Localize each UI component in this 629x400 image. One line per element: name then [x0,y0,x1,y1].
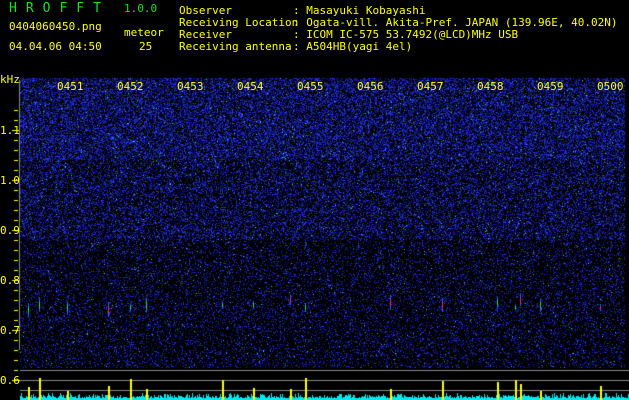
time-tick-label: 0458 [477,80,504,93]
time-tick-label: 0452 [117,80,144,93]
freq-tick-label: 1.0 [0,174,20,187]
time-tick-label: 0459 [537,80,564,93]
freq-tick-label: 0.8 [0,274,20,287]
app-title: HROFFT [9,1,110,16]
meteor-label: meteor [124,26,164,39]
filename: 0404060450.png [9,20,102,33]
info-label-antenna: Receiving antenna [179,40,292,53]
time-tick-label: 0453 [177,80,204,93]
time-tick-label: 0451 [57,80,84,93]
hrofft-window: HROFFT 1.0.0 0404060450.png 04.04.06 04:… [0,0,629,400]
spectrogram-canvas [0,0,629,400]
time-tick-label: 0455 [297,80,324,93]
time-tick-label: 0454 [237,80,264,93]
freq-tick-label: 0.9 [0,224,20,237]
app-version: 1.0.0 [124,2,158,15]
freq-tick-label: 0.6 [0,374,20,387]
datetime: 04.04.06 04:50 [9,40,102,53]
time-tick-label: 0457 [417,80,444,93]
info-value-antenna: : A504HB(yagi 4el) [293,40,413,53]
meteor-count: 25 [139,40,153,53]
freq-tick-label: 1.1 [0,124,20,137]
freq-unit-label: kHz [0,73,20,86]
freq-tick-label: 0.7 [0,324,20,337]
time-tick-label: 0456 [357,80,384,93]
time-tick-label: 0500 [597,80,624,93]
